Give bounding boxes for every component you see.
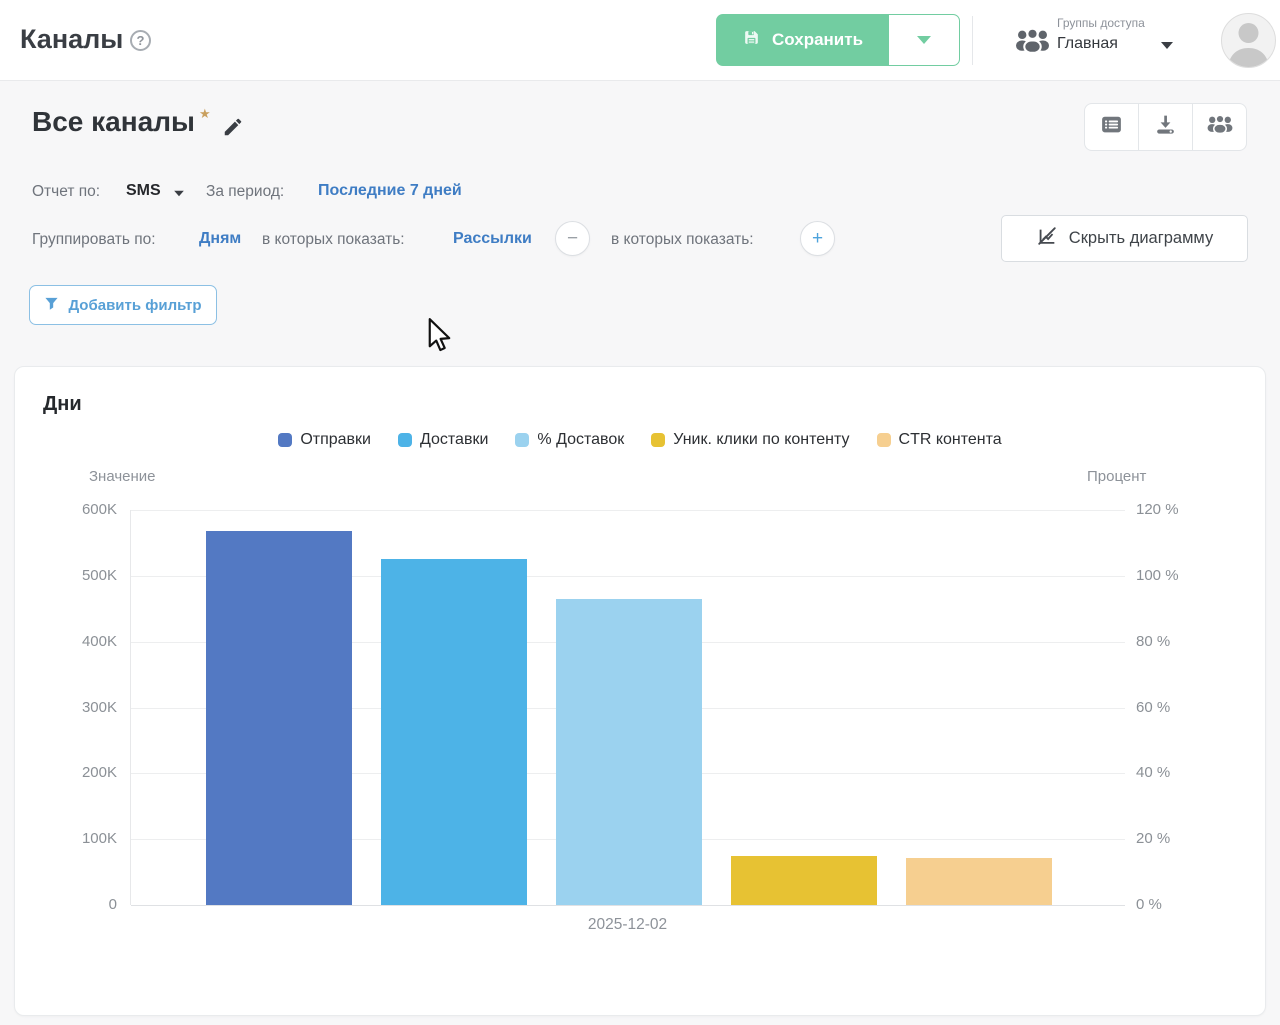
left-axis-tick-label: 0: [109, 895, 117, 915]
gridline: [131, 510, 1125, 511]
table-view-button[interactable]: [1084, 103, 1139, 151]
left-axis-ticks: 600K500K400K300K200K100K0: [15, 510, 117, 905]
access-groups-label: Группы доступа: [1057, 16, 1145, 30]
right-axis-tick-label: 80 %: [1136, 632, 1170, 652]
show-in-link[interactable]: Рассылки: [453, 230, 532, 248]
legend-item[interactable]: CTR контента: [877, 431, 1002, 449]
table-icon: [1099, 112, 1124, 142]
header-divider: [972, 16, 973, 65]
legend-item[interactable]: Доставки: [398, 431, 488, 449]
chevron-down-icon[interactable]: [174, 191, 184, 197]
add-filter-label: Добавить фильтр: [68, 297, 201, 314]
bar-Уник. клики по контенту: [731, 856, 877, 905]
bar-Отправки: [206, 531, 352, 905]
plot-area: [130, 510, 1125, 905]
legend-swatch: [515, 433, 529, 447]
right-axis-tick-label: 0 %: [1136, 895, 1162, 915]
left-axis-tick-label: 500K: [82, 566, 117, 586]
left-axis-tick-label: 200K: [82, 763, 117, 783]
bar-% Доставок: [556, 599, 702, 905]
bar-CTR контента: [906, 858, 1052, 905]
report-title: Все каналы: [32, 106, 195, 138]
x-axis-category: 2025-12-02: [130, 916, 1125, 934]
app-header: Каналы ? Сохранить: [0, 0, 1280, 81]
add-dimension-button[interactable]: +: [800, 221, 835, 256]
right-axis-tick-label: 40 %: [1136, 763, 1170, 783]
minus-icon: −: [567, 228, 578, 250]
chart-legend: Отправки Доставки % Доставок Уник. клики по…: [15, 431, 1265, 449]
save-options-button[interactable]: [888, 15, 959, 65]
save-button[interactable]: Сохранить: [717, 15, 888, 65]
report-by-label: Отчет по:: [32, 183, 100, 201]
chart-card: Дни Отправки Доставки % Доставок Уник. клик…: [14, 366, 1266, 1016]
legend-swatch: [877, 433, 891, 447]
save-icon: [742, 28, 761, 52]
period-link[interactable]: Последние 7 дней: [318, 182, 462, 200]
show-in-label-2: в которых показать:: [611, 231, 754, 249]
users-icon: [1206, 113, 1234, 141]
chart-card-title: Дни: [43, 393, 82, 416]
page-title: Каналы: [20, 24, 123, 55]
right-axis-tick-label: 20 %: [1136, 829, 1170, 849]
legend-label: CTR контента: [899, 431, 1002, 449]
right-axis-title: Процент: [1087, 468, 1146, 485]
chart-slash-icon: [1036, 225, 1058, 252]
report-actions-group: [1084, 103, 1247, 151]
hide-chart-button[interactable]: Скрыть диаграмму: [1001, 215, 1248, 262]
legend-label: Доставки: [420, 431, 488, 449]
legend-label: Отправки: [300, 431, 371, 449]
access-groups-icon: [1014, 26, 1051, 61]
bar-Доставки: [381, 559, 527, 905]
plus-icon: +: [812, 228, 823, 250]
right-axis-tick-label: 120 %: [1136, 500, 1179, 520]
remove-dimension-button[interactable]: −: [555, 221, 590, 256]
show-in-label-1: в которых показать:: [262, 231, 405, 249]
download-button[interactable]: [1138, 103, 1193, 151]
chevron-down-icon: [917, 36, 931, 44]
group-by-label: Группировать по:: [32, 231, 156, 249]
left-axis-tick-label: 400K: [82, 632, 117, 652]
save-split-button[interactable]: Сохранить: [716, 14, 960, 66]
left-axis-tick-label: 100K: [82, 829, 117, 849]
access-group-selector[interactable]: Главная: [1057, 35, 1118, 53]
edit-title-icon[interactable]: [222, 116, 244, 143]
filter-funnel-icon: [44, 296, 59, 315]
group-by-link[interactable]: Дням: [199, 230, 241, 248]
add-filter-button[interactable]: Добавить фильтр: [29, 285, 217, 325]
legend-item[interactable]: Отправки: [278, 431, 371, 449]
period-label: За период:: [206, 183, 284, 201]
save-button-label: Сохранить: [772, 30, 863, 50]
right-axis-tick-label: 100 %: [1136, 566, 1179, 586]
left-axis-tick-label: 600K: [82, 500, 117, 520]
download-icon: [1153, 112, 1178, 142]
legend-item[interactable]: % Доставок: [515, 431, 624, 449]
unsaved-star-icon: ★: [199, 106, 211, 122]
legend-label: % Доставок: [537, 431, 624, 449]
help-icon[interactable]: ?: [130, 30, 151, 51]
hide-chart-label: Скрыть диаграмму: [1069, 229, 1213, 248]
gridline: [131, 905, 1125, 906]
legend-label: Уник. клики по контенту: [673, 431, 849, 449]
left-axis-tick-label: 300K: [82, 698, 117, 718]
avatar[interactable]: [1221, 13, 1276, 68]
share-access-button[interactable]: [1192, 103, 1247, 151]
legend-swatch: [278, 433, 292, 447]
report-by-select[interactable]: SMS: [126, 182, 161, 200]
legend-swatch: [651, 433, 665, 447]
right-axis-ticks: 120 %100 %80 %60 %40 %20 %0 %: [1136, 510, 1226, 905]
chevron-down-icon[interactable]: [1161, 42, 1173, 49]
mouse-cursor: [426, 317, 453, 361]
left-axis-title: Значение: [89, 468, 156, 485]
legend-swatch: [398, 433, 412, 447]
legend-item[interactable]: Уник. клики по контенту: [651, 431, 849, 449]
right-axis-tick-label: 60 %: [1136, 698, 1170, 718]
